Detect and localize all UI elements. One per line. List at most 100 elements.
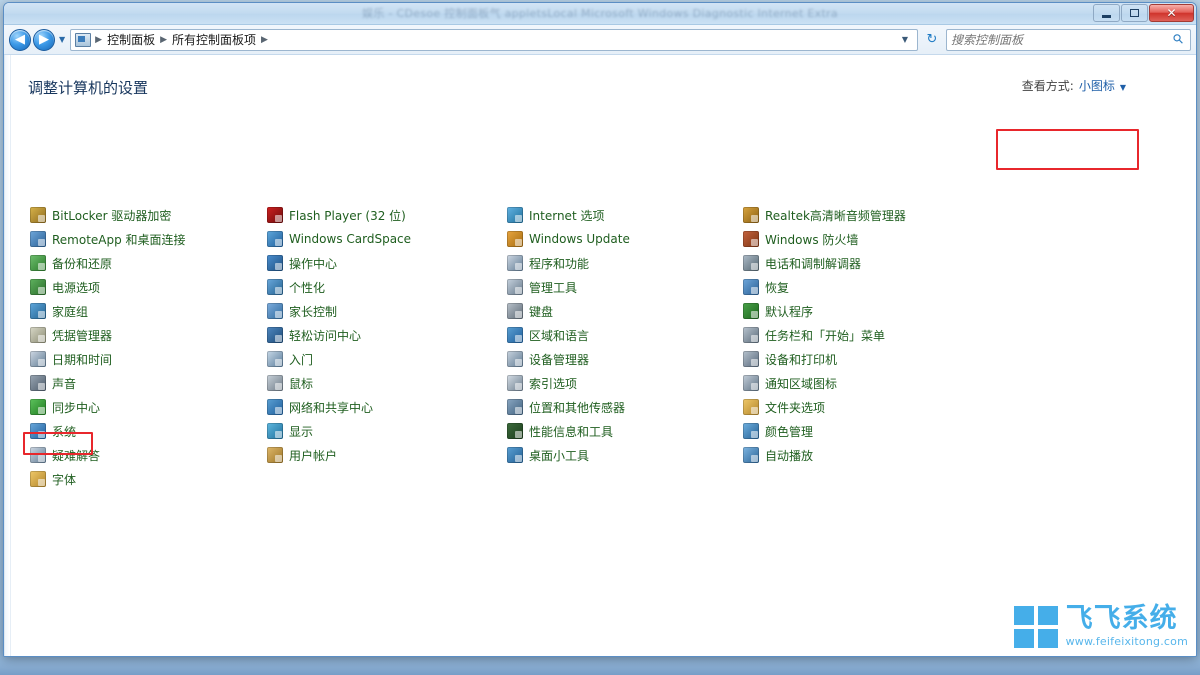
cp-item[interactable]: 操作中心 (267, 251, 417, 275)
cp-item[interactable]: RemoteApp 和桌面连接 (30, 227, 192, 251)
cp-item[interactable]: 网络和共享中心 (267, 395, 417, 419)
back-button[interactable]: ◀ (9, 29, 31, 51)
cp-item[interactable]: 性能信息和工具 (507, 419, 636, 443)
cp-item[interactable]: 设备管理器 (507, 347, 636, 371)
cp-item[interactable]: 键盘 (507, 299, 636, 323)
cp-item-label: 备份和还原 (52, 255, 112, 272)
cp-item[interactable]: 用户帐户 (267, 443, 417, 467)
cp-item[interactable]: 设备和打印机 (743, 347, 912, 371)
cp-item[interactable]: 疑难解答 (30, 443, 192, 467)
content-area: 调整计算机的设置 查看方式: 小图标 ▼ BitLocker 驱动器加密Remo… (4, 55, 1196, 656)
search-box[interactable]: ⚲ (946, 29, 1191, 51)
close-button[interactable]: ✕ (1149, 4, 1194, 22)
action-center-icon (267, 255, 283, 271)
window-bottom-shadow (0, 657, 1200, 675)
cp-item[interactable]: 管理工具 (507, 275, 636, 299)
cp-item[interactable]: 备份和还原 (30, 251, 192, 275)
minimize-button[interactable] (1093, 4, 1120, 22)
cp-item[interactable]: Windows Update (507, 227, 636, 251)
cp-item[interactable]: 电话和调制解调器 (743, 251, 912, 275)
cp-item[interactable]: Realtek高清晰音频管理器 (743, 203, 912, 227)
cp-item[interactable]: 鼠标 (267, 371, 417, 395)
cp-item[interactable]: 电源选项 (30, 275, 192, 299)
cp-item[interactable]: 声音 (30, 371, 192, 395)
cp-item[interactable]: 显示 (267, 419, 417, 443)
cp-item[interactable]: Windows CardSpace (267, 227, 417, 251)
cp-item[interactable]: 家庭组 (30, 299, 192, 323)
page-header: 调整计算机的设置 查看方式: 小图标 ▼ (5, 55, 1196, 117)
cp-item[interactable]: Flash Player (32 位) (267, 203, 417, 227)
power-options-icon (30, 279, 46, 295)
search-input[interactable] (951, 33, 1174, 47)
user-accounts-icon (267, 447, 283, 463)
cp-item-label: 入门 (289, 351, 313, 368)
item-column-3: Realtek高清晰音频管理器 Windows 防火墙电话和调制解调器恢复默认程序… (743, 203, 912, 467)
cp-item[interactable]: 恢复 (743, 275, 912, 299)
view-by-control[interactable]: 查看方式: 小图标 ▼ (1018, 75, 1130, 96)
network-sharing-icon (267, 399, 283, 415)
cp-item-label: 操作中心 (289, 255, 337, 272)
cp-item-label: 家庭组 (52, 303, 88, 320)
cp-item[interactable]: 任务栏和「开始」菜单 (743, 323, 912, 347)
chevron-down-icon[interactable]: ▼ (1120, 83, 1126, 92)
title-bar[interactable]: 娱乐 - CDesoe 控制面板气 appletsLocal Microsoft… (4, 3, 1196, 25)
cp-item[interactable]: 日期和时间 (30, 347, 192, 371)
maximize-icon (1130, 9, 1139, 17)
breadcrumb-separator-0[interactable]: ▶ (94, 35, 103, 45)
cp-item-label: 日期和时间 (52, 351, 112, 368)
cp-item[interactable]: Windows 防火墙 (743, 227, 912, 251)
admin-tools-icon (507, 279, 523, 295)
cp-item[interactable]: 字体 (30, 467, 192, 491)
forward-button[interactable]: ▶ (33, 29, 55, 51)
cp-item[interactable]: 默认程序 (743, 299, 912, 323)
cp-item-label: 家长控制 (289, 303, 337, 320)
cp-item[interactable]: 个性化 (267, 275, 417, 299)
devices-printers-icon (743, 351, 759, 367)
item-column-2: Internet 选项 Windows Update程序和功能管理工具键盘区域和语… (507, 203, 636, 467)
troubleshooting-icon (30, 447, 46, 463)
cp-item[interactable]: 轻松访问中心 (267, 323, 417, 347)
minimize-icon (1102, 15, 1111, 18)
cp-item-label: 显示 (289, 423, 313, 440)
cp-item[interactable]: 入门 (267, 347, 417, 371)
cp-item[interactable]: 索引选项 (507, 371, 636, 395)
bitlocker-icon (30, 207, 46, 223)
cp-item-label: 字体 (52, 471, 76, 488)
cp-item[interactable]: 系统 (30, 419, 192, 443)
cp-item[interactable]: 桌面小工具 (507, 443, 636, 467)
cp-item[interactable]: 家长控制 (267, 299, 417, 323)
cp-item[interactable]: 同步中心 (30, 395, 192, 419)
address-dropdown-icon[interactable]: ▼ (897, 35, 913, 44)
cp-item[interactable]: BitLocker 驱动器加密 (30, 203, 192, 227)
phone-modem-icon (743, 255, 759, 271)
watermark: 飞飞系统 www.feifeixitong.com (1014, 605, 1188, 648)
display-icon (267, 423, 283, 439)
cp-item[interactable]: 颜色管理 (743, 419, 912, 443)
cp-item-label: Internet 选项 (529, 207, 604, 224)
refresh-button[interactable]: ↻ (921, 29, 943, 51)
recent-pages-button[interactable]: ▼ (59, 35, 65, 44)
cp-item[interactable]: 凭据管理器 (30, 323, 192, 347)
cp-item[interactable]: 文件夹选项 (743, 395, 912, 419)
windows-update-icon (507, 231, 523, 247)
cp-item-label: Realtek高清晰音频管理器 (765, 207, 906, 224)
view-by-label: 查看方式: (1022, 77, 1074, 94)
view-by-value[interactable]: 小图标 (1079, 77, 1115, 94)
cp-item[interactable]: 自动播放 (743, 443, 912, 467)
cp-item[interactable]: 区域和语言 (507, 323, 636, 347)
breadcrumb-separator-1[interactable]: ▶ (159, 35, 168, 45)
cp-item-label: 恢复 (765, 279, 789, 296)
cp-item-label: 任务栏和「开始」菜单 (765, 327, 885, 344)
cp-item[interactable]: 位置和其他传感器 (507, 395, 636, 419)
cp-item-label: 文件夹选项 (765, 399, 825, 416)
cp-item[interactable]: 通知区域图标 (743, 371, 912, 395)
breadcrumb-item-control-panel[interactable]: 控制面板 (103, 30, 159, 49)
breadcrumb-item-all-items[interactable]: 所有控制面板项 (168, 30, 260, 49)
cp-item[interactable]: 程序和功能 (507, 251, 636, 275)
maximize-button[interactable] (1121, 4, 1148, 22)
breadcrumb-separator-2[interactable]: ▶ (260, 35, 269, 45)
address-bar[interactable]: ▶ 控制面板 ▶ 所有控制面板项 ▶ ▼ (70, 29, 918, 51)
left-rail (5, 55, 11, 656)
cp-item[interactable]: Internet 选项 (507, 203, 636, 227)
cp-item-label: Windows CardSpace (289, 232, 411, 246)
